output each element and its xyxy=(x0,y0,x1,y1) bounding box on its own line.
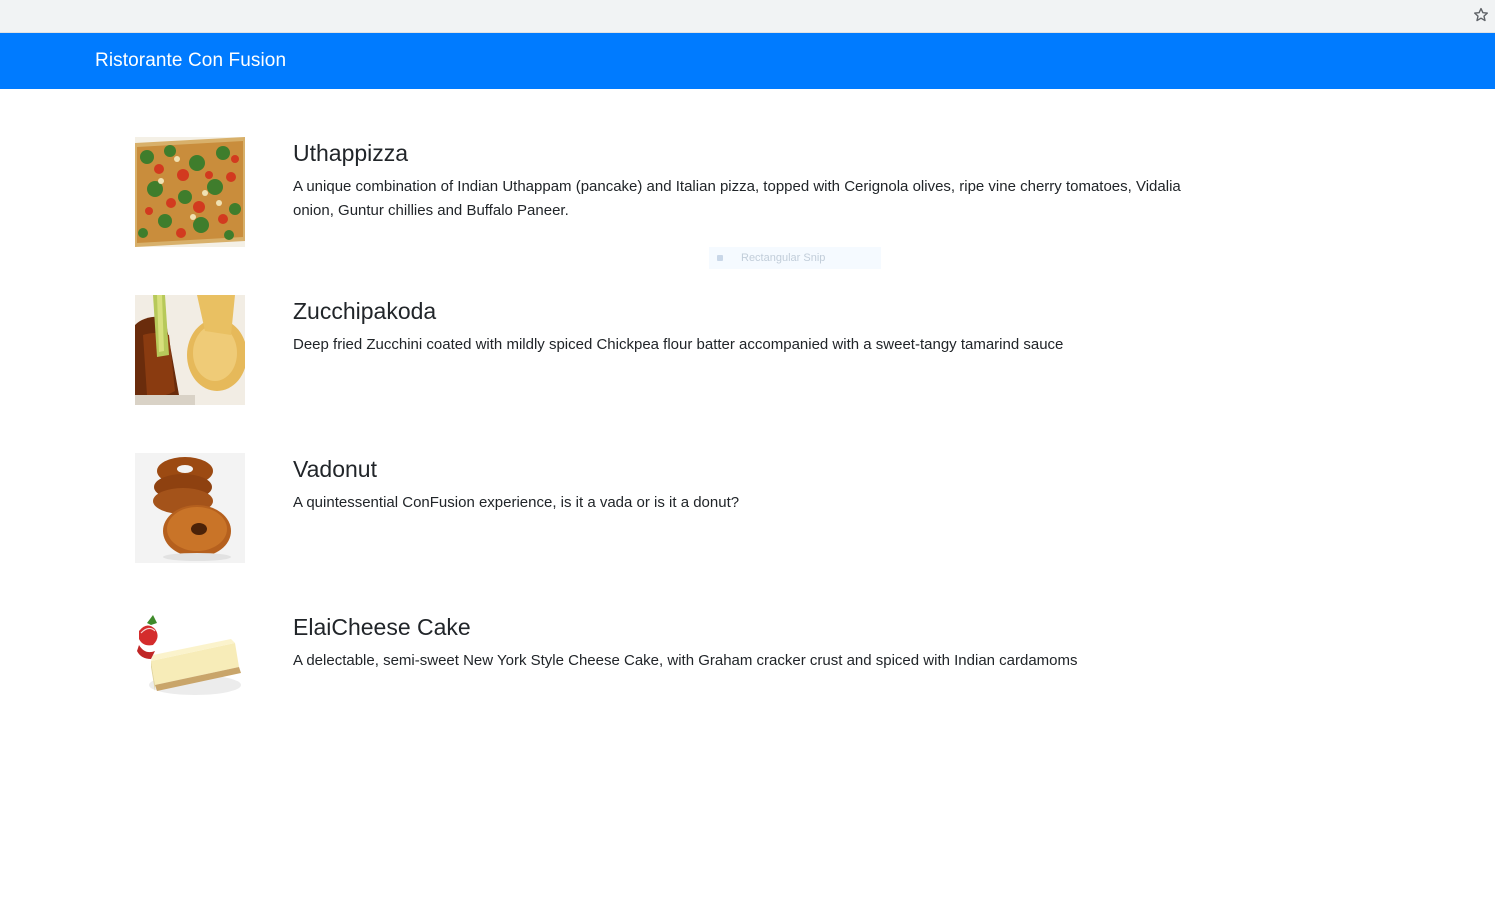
dish-list: Uthappizza A unique combination of India… xyxy=(135,137,1235,769)
snip-label: Rectangular Snip xyxy=(741,252,826,264)
dish-name[interactable]: Zucchipakoda xyxy=(293,298,1213,326)
browser-toolbar xyxy=(0,0,1495,33)
dish-description: A quintessential ConFusion experience, i… xyxy=(293,493,740,511)
dish-body: ElaiCheese Cake A delectable, semi-sweet… xyxy=(293,611,1213,673)
navbar-brand[interactable]: Ristorante Con Fusion xyxy=(95,50,286,72)
navbar: Ristorante Con Fusion xyxy=(0,33,1495,89)
snip-tool-overlay: Rectangular Snip xyxy=(709,247,881,269)
dish-name[interactable]: Uthappizza xyxy=(293,140,1213,168)
dish-name[interactable]: ElaiCheese Cake xyxy=(293,614,1213,642)
dish-description: A unique combination of Indian Uthappam … xyxy=(293,177,1181,219)
dish-item-zucchipakoda[interactable]: Zucchipakoda Deep fried Zucchini coated … xyxy=(135,295,1235,405)
dish-item-elaicheese-cake[interactable]: ElaiCheese Cake A delectable, semi-sweet… xyxy=(135,611,1235,721)
uthappizza-photo[interactable] xyxy=(135,137,245,247)
elaicheese-cake-photo[interactable] xyxy=(135,611,245,721)
dish-description: Deep fried Zucchini coated with mildly s… xyxy=(293,335,1064,353)
snip-icon xyxy=(717,255,723,261)
vadonut-photo[interactable] xyxy=(135,453,245,563)
dish-body: Vadonut A quintessential ConFusion exper… xyxy=(293,453,1213,515)
dish-name[interactable]: Vadonut xyxy=(293,456,1213,484)
dish-body: Zucchipakoda Deep fried Zucchini coated … xyxy=(293,295,1213,357)
zucchipakoda-photo[interactable] xyxy=(135,295,245,405)
dish-item-uthappizza[interactable]: Uthappizza A unique combination of India… xyxy=(135,137,1235,247)
bookmark-star-icon[interactable] xyxy=(1471,5,1491,25)
dish-body: Uthappizza A unique combination of India… xyxy=(293,137,1213,223)
dish-item-vadonut[interactable]: Vadonut A quintessential ConFusion exper… xyxy=(135,453,1235,563)
dish-description: A delectable, semi-sweet New York Style … xyxy=(293,651,1078,669)
